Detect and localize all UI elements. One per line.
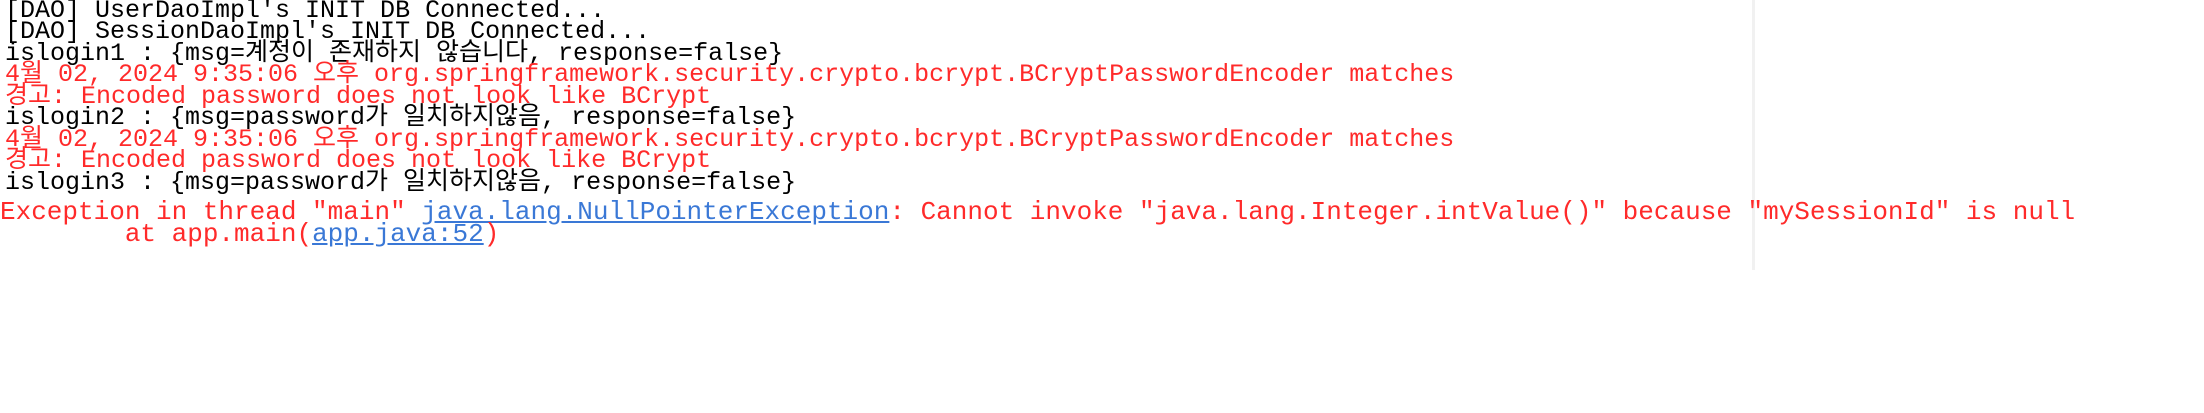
stacktrace-suffix: )	[483, 219, 500, 249]
stacktrace-line: at app.main(app.java:52)	[0, 218, 500, 250]
console-output: [DAO] UserDaoImpl's INIT DB Connected...…	[0, 0, 2204, 413]
stacktrace-prefix: at app.main(	[0, 219, 313, 249]
stacktrace-source-link[interactable]: app.java:52	[312, 219, 484, 249]
console-divider	[1752, 0, 1755, 270]
console-line-islogin3: islogin3 : {msg=password가 일치하지않음, respon…	[5, 168, 797, 197]
exception-message: : Cannot invoke "java.lang.Integer.intVa…	[889, 197, 2076, 227]
